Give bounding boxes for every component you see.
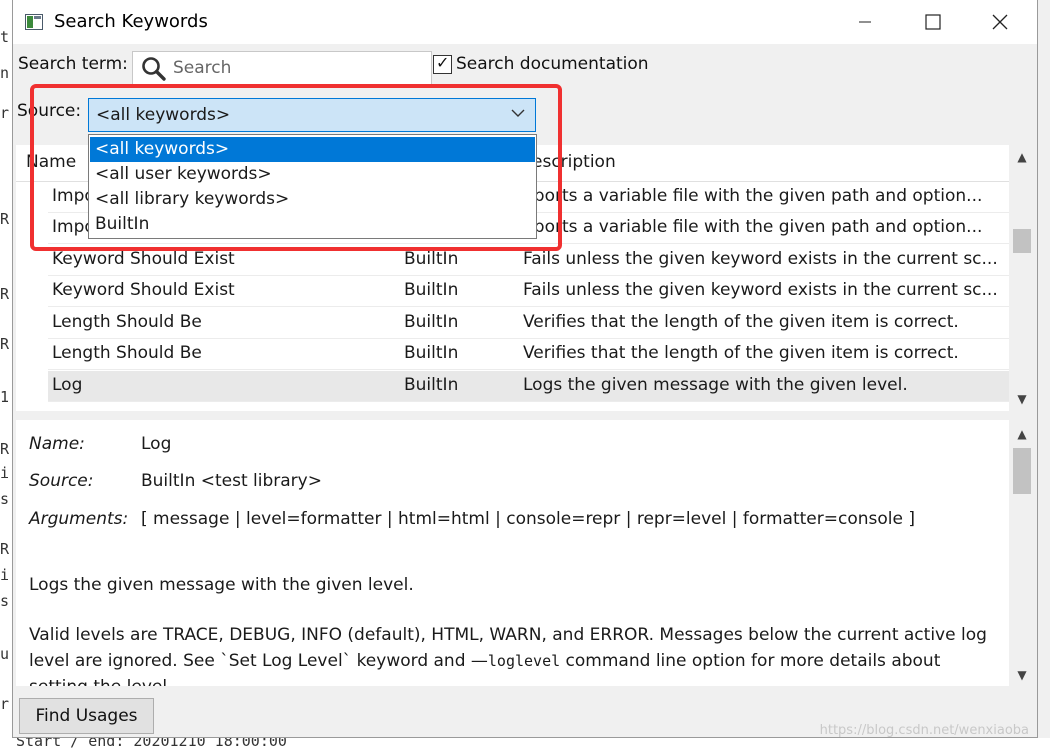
detail-name-label: Name: [29, 434, 85, 454]
row-source: BuiltIn [404, 343, 459, 363]
detail-arguments-value: [ message | level=formatter | html=html … [141, 509, 915, 529]
close-button[interactable] [968, 0, 1032, 44]
detail-description-paragraph: Logs the given message with the given le… [29, 575, 414, 595]
search-keywords-dialog: Search Keywords Search term: Search docu… [12, 0, 1038, 738]
background-editor-bottom: Start / end: 20201210 18:00:00 [14, 738, 1050, 750]
row-name: Length Should Be [52, 343, 202, 363]
scroll-up-icon[interactable]: ▲ [1010, 147, 1034, 167]
search-term-label: Search term: [18, 54, 128, 74]
source-label: Source: [17, 101, 82, 121]
editor-fragment: n [0, 64, 10, 82]
scroll-up-icon[interactable]: ▲ [1010, 424, 1034, 444]
row-name: Keyword Should Exist [52, 280, 235, 300]
row-description: Verifies that the length of the given it… [523, 312, 959, 332]
row-source: BuiltIn [404, 249, 459, 269]
row-description: Logs the given message with the given le… [523, 375, 908, 395]
editor-fragment: t [0, 28, 10, 46]
table-row[interactable]: Keyword Should Exist BuiltIn Fails unles… [48, 245, 1009, 276]
dropdown-option-all-keywords[interactable]: <all keywords> [90, 137, 535, 162]
table-row[interactable]: Keyword Should Exist BuiltIn Fails unles… [48, 276, 1009, 307]
find-usages-button[interactable]: Find Usages [19, 698, 154, 734]
dropdown-option-user-keywords[interactable]: <all user keywords> [90, 162, 535, 187]
detail-name-value: Log [141, 434, 172, 454]
table-row[interactable]: Length Should Be BuiltIn Verifies that t… [48, 308, 1009, 339]
editor-fragment: s [0, 490, 10, 508]
search-documentation-label: Search documentation [456, 54, 649, 74]
dropdown-option-library-keywords[interactable]: <all library keywords> [90, 187, 535, 212]
window-title: Search Keywords [54, 11, 208, 32]
editor-fragment: i [0, 566, 10, 584]
editor-fragment: R [0, 540, 10, 558]
scroll-down-icon[interactable]: ▼ [1010, 665, 1034, 685]
row-description: Verifies that the length of the given it… [523, 343, 959, 363]
detail-levels-paragraph: Valid levels are TRACE, DEBUG, INFO (def… [29, 622, 994, 686]
row-description: nports a variable file with the given pa… [523, 217, 983, 237]
row-source: BuiltIn [404, 375, 459, 395]
row-source: BuiltIn [404, 312, 459, 332]
editor-fragment: r [0, 695, 10, 713]
editor-fragment: r [0, 104, 10, 122]
dropdown-option-builtin[interactable]: BuiltIn [90, 212, 535, 237]
watermark: https://blog.csdn.net/wenxiaoba [819, 723, 1029, 738]
minimize-icon [859, 21, 871, 23]
row-description: nports a variable file with the given pa… [523, 186, 983, 206]
editor-fragment: i [0, 464, 10, 482]
table-row-selected[interactable]: Log BuiltIn Logs the given message with … [48, 371, 1009, 402]
maximize-button[interactable] [901, 0, 965, 44]
scrollbar-thumb[interactable] [1013, 448, 1031, 494]
table-scrollbar[interactable]: ▲ ▼ [1010, 145, 1034, 411]
column-header-name[interactable]: Name [26, 152, 76, 172]
app-icon [25, 14, 43, 30]
column-header-description[interactable]: escription [532, 152, 616, 172]
row-name: Log [52, 375, 83, 395]
row-description: Fails unless the given keyword exists in… [523, 249, 998, 269]
keyword-details-panel: Name: Log Source: BuiltIn <test library>… [16, 420, 1009, 686]
scrollbar-thumb[interactable] [1013, 229, 1031, 253]
chevron-down-icon[interactable] [511, 103, 525, 127]
editor-fragment: s [0, 592, 10, 610]
source-dropdown-list: <all keywords> <all user keywords> <all … [88, 134, 537, 239]
row-name: Keyword Should Exist [52, 249, 235, 269]
detail-source-value: BuiltIn <test library> [141, 471, 322, 491]
detail-source-label: Source: [29, 471, 94, 491]
editor-fragment: R [0, 335, 10, 353]
source-selected-value: <all keywords> [96, 105, 231, 125]
row-name: Length Should Be [52, 312, 202, 332]
editor-fragment: R [0, 440, 10, 458]
search-documentation-checkbox[interactable] [433, 53, 452, 74]
editor-fragment: u [0, 645, 10, 663]
editor-fragment: 1 [0, 388, 10, 406]
title-bar: Search Keywords [13, 0, 1037, 44]
search-box[interactable] [132, 51, 432, 85]
row-source: BuiltIn [404, 280, 459, 300]
search-input[interactable] [173, 57, 423, 79]
row-description: Fails unless the given keyword exists in… [523, 280, 998, 300]
details-scrollbar[interactable]: ▲ ▼ [1010, 420, 1034, 686]
close-icon [992, 14, 1008, 30]
editor-bottom-line: Start / end: 20201210 18:00:00 [16, 738, 287, 750]
editor-fragment: R [0, 210, 10, 228]
search-icon [142, 57, 166, 81]
table-row-partial[interactable] [48, 402, 1009, 411]
source-combobox[interactable]: <all keywords> [88, 98, 536, 132]
table-row[interactable]: Length Should Be BuiltIn Verifies that t… [48, 339, 1009, 370]
minimize-button[interactable] [833, 0, 897, 44]
editor-fragment: R [0, 285, 10, 303]
maximize-icon [925, 14, 941, 30]
detail-arguments-label: Arguments: [29, 509, 129, 529]
detail-levels-code: loglevel [487, 652, 561, 670]
scroll-down-icon[interactable]: ▼ [1010, 389, 1034, 409]
